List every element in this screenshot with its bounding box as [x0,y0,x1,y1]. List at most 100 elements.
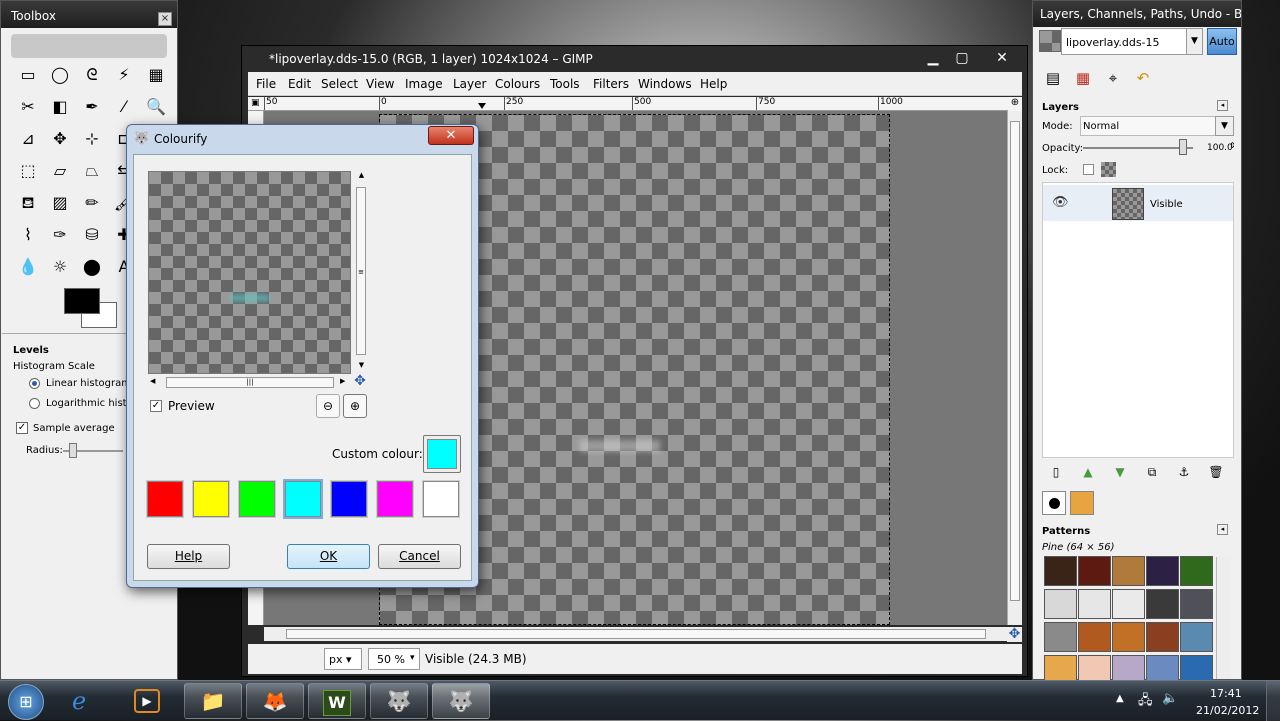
menu-file[interactable]: File [256,77,276,91]
layers-tab-icon[interactable]: ▤ [1040,67,1066,89]
select-by-color-icon[interactable]: ▦ [145,64,167,86]
align-icon[interactable]: ⊹ [81,128,103,150]
firefox-taskbar-button[interactable]: 🦊 [246,683,304,719]
undo-tab-icon[interactable]: ↶ [1130,67,1156,89]
patterns-menu-icon[interactable]: ◂ [1217,524,1228,535]
panel-menu-icon[interactable]: ◂ [1217,100,1228,111]
fuzzy-select-icon[interactable]: ⚡ [113,64,135,86]
move-icon[interactable]: ✥ [49,128,71,150]
menu-windows[interactable]: Windows [638,77,692,91]
vertical-scroll-thumb[interactable] [1010,121,1020,601]
horizontal-scrollbar[interactable] [264,627,1008,641]
foreground-select-icon[interactable]: ◧ [49,96,71,118]
pattern-swatch[interactable] [1112,589,1145,619]
volume-icon[interactable]: 🔈 [1162,691,1178,706]
delete-layer-icon[interactable]: 🗑 [1203,461,1229,483]
duplicate-layer-icon[interactable]: ⧉ [1139,461,1165,483]
bucket-fill-icon[interactable]: ⛾ [17,192,39,214]
image-select[interactable]: lipoverlay.dds-15 [1061,28,1203,55]
cancel-button[interactable]: Cancel [378,544,461,569]
zoom-out-icon[interactable]: ⊖ [316,394,340,418]
airbrush-icon[interactable]: ⌇ [17,224,39,246]
smudge-tool-icon[interactable]: ⬤ [81,256,103,278]
pencil-icon[interactable]: ✏ [81,192,103,214]
radius-slider-handle[interactable] [69,443,77,458]
pattern-swatch[interactable] [1146,622,1179,652]
menu-layer[interactable]: Layer [453,77,486,91]
w-app-taskbar-button[interactable]: W [308,683,366,719]
horizontal-scroll-thumb[interactable] [286,629,986,639]
media-player-icon[interactable]: ▶ [134,689,160,713]
auto-button[interactable]: Auto [1207,28,1237,55]
mode-dropdown-icon[interactable]: ▼ [1215,116,1234,136]
ink-icon[interactable]: ✑ [49,224,71,246]
layer-thumbnail[interactable] [1112,188,1144,220]
shear-icon[interactable]: ▱ [49,160,71,182]
window-close-button[interactable]: ✕ [980,48,1024,68]
opacity-slider-handle[interactable] [1179,139,1187,155]
toolbox-close-button[interactable]: × [158,12,172,26]
eye-icon[interactable]: 👁 [1052,195,1069,210]
pattern-swatch[interactable] [1112,556,1145,586]
menu-select[interactable]: Select [321,77,358,91]
minimize-button[interactable]: ▁ [922,48,944,68]
opacity-slider-track[interactable] [1083,147,1193,149]
menu-image[interactable]: Image [405,77,443,91]
foreground-color-swatch-front[interactable] [64,288,100,314]
new-layer-icon[interactable]: ▯ [1043,461,1069,483]
maximize-button[interactable]: ▢ [951,48,973,68]
pattern-swatch[interactable] [1044,556,1077,586]
brushes-tab-icon[interactable] [1042,491,1066,515]
menu-colours[interactable]: Colours [495,77,540,91]
show-hidden-icons[interactable]: ▲ [1116,693,1124,704]
internet-explorer-icon[interactable]: ℯ [72,687,86,715]
blend-icon[interactable]: ▨ [49,192,71,214]
patterns-tab-icon[interactable] [1070,491,1094,515]
dodge-burn-icon[interactable]: ☼ [49,256,71,278]
swatch-green[interactable] [238,480,276,518]
start-button[interactable]: ⊞ [8,684,44,720]
pattern-swatch[interactable] [1078,589,1111,619]
swatch-magenta[interactable] [376,480,414,518]
preview-navigate-icon[interactable]: ✥ [352,373,368,389]
opacity-spin-icon[interactable]: ⇕ [1229,141,1236,150]
sample-average-checkbox[interactable]: ✓ [16,422,28,434]
preview-vscroll[interactable]: ▲ ≡ ▼ [355,171,368,374]
menu-filters[interactable]: Filters [593,77,629,91]
menu-tools[interactable]: Tools [550,77,580,91]
raise-layer-icon[interactable]: ▲ [1075,461,1101,483]
pattern-swatch[interactable] [1044,589,1077,619]
help-button[interactable]: Help [147,544,230,569]
swatch-yellow[interactable] [192,480,230,518]
clock-time[interactable]: 17:41 [1210,687,1242,700]
linear-radio[interactable] [29,378,40,389]
pattern-swatch[interactable] [1180,589,1213,619]
pattern-swatch[interactable] [1044,622,1077,652]
pattern-swatch[interactable] [1146,556,1179,586]
navigate-icon[interactable]: ✥ [1007,627,1022,642]
custom-colour-button[interactable] [423,435,461,473]
gimp-active-taskbar-button[interactable]: 🐺 [432,683,490,719]
zoom-icon[interactable]: 🔍 [145,96,167,118]
ellipse-select-icon[interactable]: ◯ [49,64,71,86]
menu-edit[interactable]: Edit [288,77,311,91]
image-select-arrow-icon[interactable]: ▼ [1186,28,1203,55]
ok-button[interactable]: OK [287,544,370,569]
blur-icon[interactable]: 💧 [17,256,39,278]
pattern-swatch[interactable] [1180,622,1213,652]
gimp-taskbar-button[interactable]: 🐺 [370,683,428,719]
lower-layer-icon[interactable]: ▼ [1107,461,1133,483]
pattern-swatch[interactable] [1112,622,1145,652]
free-select-icon[interactable]: ᘓ [81,64,103,86]
dialog-close-button[interactable]: ✕ [428,126,474,145]
pattern-swatch[interactable] [1078,556,1111,586]
paths-icon[interactable]: ✒ [81,96,103,118]
lock-pixels-checkbox[interactable] [1083,164,1094,175]
swatch-white[interactable] [422,480,460,518]
layer-name[interactable]: Visible [1150,199,1183,210]
zoom-navigate-icon[interactable]: ⊕ [1008,97,1022,111]
clone-icon[interactable]: ⛁ [81,224,103,246]
rect-select-icon[interactable]: ▭ [17,64,39,86]
scissors-icon[interactable]: ✂ [17,96,39,118]
anchor-layer-icon[interactable]: ⚓ [1171,461,1197,483]
